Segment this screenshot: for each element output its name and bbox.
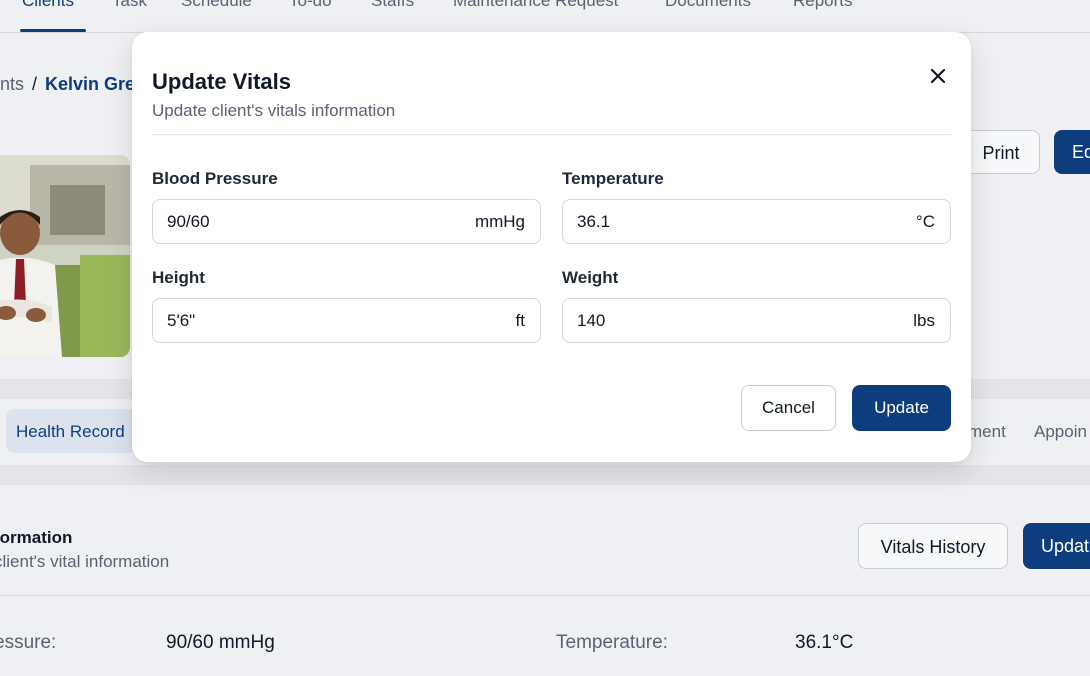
weight-label: Weight [562, 268, 619, 287]
blood-pressure-field: mmHg [152, 199, 541, 244]
tab-appointments[interactable]: Appoin [1034, 422, 1087, 442]
top-navigation: Clients Task Schedule To-do Staffs Maint… [0, 0, 1090, 33]
temperature-unit: °C [915, 212, 935, 231]
section-divider [0, 595, 1090, 596]
vitals-section [0, 485, 1090, 676]
blood-pressure-label: Blood Pressure [152, 169, 278, 188]
temperature-input[interactable] [577, 200, 857, 243]
temperature-label: Temperature [562, 169, 664, 188]
height-input[interactable] [167, 299, 447, 342]
temperature-field: °C [562, 199, 951, 244]
vital-value-blood-pressure: 90/60 mmHg [166, 632, 275, 653]
edit-button[interactable]: Ed [1054, 130, 1090, 174]
update-vitals-modal: Update Vitals Update client's vitals inf… [132, 32, 971, 462]
breadcrumb-current: Kelvin Gre [45, 74, 136, 94]
section-subtitle: client's vital information [0, 552, 170, 571]
modal-divider [152, 134, 951, 135]
update-button[interactable]: Update [852, 385, 951, 431]
modal-subtitle: Update client's vitals information [152, 101, 396, 120]
nav-tab-todo[interactable]: To-do [289, 0, 332, 11]
nav-tab-staffs[interactable]: Staffs [371, 0, 414, 11]
nav-tab-reports[interactable]: Reports [793, 0, 853, 11]
client-photo [0, 155, 130, 357]
tab-health-records[interactable]: Health Record [16, 422, 125, 442]
nav-tab-clients[interactable]: Clients [22, 0, 74, 11]
breadcrumb-separator: / [32, 74, 38, 94]
nav-tab-documents[interactable]: Documents [665, 0, 751, 11]
vital-label-temperature: Temperature: [556, 632, 668, 653]
height-label: Height [152, 268, 205, 287]
blood-pressure-unit: mmHg [474, 212, 525, 231]
height-field: ft [152, 298, 541, 343]
nav-tab-task[interactable]: Task [112, 0, 147, 11]
close-icon[interactable] [926, 64, 950, 88]
breadcrumb-parent[interactable]: nts [0, 74, 24, 94]
tab-treatment[interactable]: ment [968, 422, 1006, 442]
vitals-history-button[interactable]: Vitals History [858, 523, 1008, 569]
blood-pressure-input[interactable] [167, 200, 447, 243]
breadcrumb: nts / Kelvin Gre [0, 74, 135, 95]
weight-input[interactable] [577, 299, 857, 342]
print-button[interactable]: Print [962, 130, 1040, 174]
modal-title: Update Vitals [152, 69, 291, 94]
weight-field: lbs [562, 298, 951, 343]
divider [0, 465, 1090, 485]
active-tab-indicator [20, 29, 86, 32]
section-title: formation [0, 528, 73, 547]
nav-tab-maintenance-request[interactable]: Maintenance Request [453, 0, 618, 11]
update-vitals-button[interactable]: Updat [1023, 523, 1090, 569]
vital-label-blood-pressure: essure: [0, 632, 57, 653]
vital-value-temperature: 36.1°C [795, 632, 854, 653]
height-unit: ft [515, 311, 525, 330]
weight-unit: lbs [913, 311, 935, 330]
cancel-button[interactable]: Cancel [741, 385, 836, 431]
nav-tab-schedule[interactable]: Schedule [181, 0, 252, 11]
